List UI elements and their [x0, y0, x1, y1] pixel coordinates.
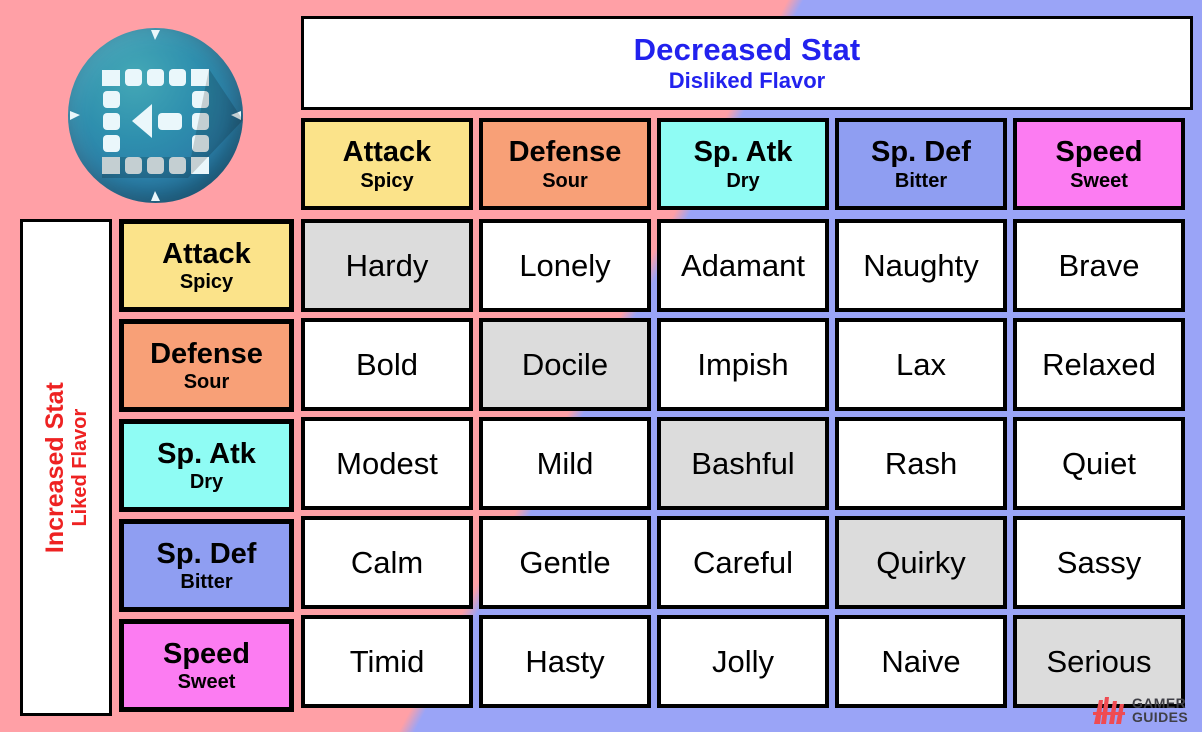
column-header-defense: Defense Sour [479, 118, 651, 210]
nature-cell: Naughty [835, 219, 1007, 312]
column-headers: Attack Spicy Defense Sour Sp. Atk Dry Sp. Def B… [301, 118, 1185, 210]
nature-cell: Mild [479, 417, 651, 510]
row-header-stat: Speed [162, 637, 251, 670]
column-header-flavor: Bitter [894, 169, 948, 192]
nature-cell: Brave [1013, 219, 1185, 312]
row-axis-line2: Liked Flavor [68, 408, 91, 527]
nature-cell: Gentle [479, 516, 651, 609]
row-header-flavor: Sour [183, 370, 230, 393]
nature-cell: Quiet [1013, 417, 1185, 510]
row-header-flavor: Sweet [177, 670, 236, 693]
nature-cell: Relaxed [1013, 318, 1185, 411]
nature-cell: Hardy [301, 219, 473, 312]
gamer-guides-mark-icon [1093, 697, 1125, 724]
nature-cell: Rash [835, 417, 1007, 510]
column-header-stat: Sp. Atk [693, 135, 793, 168]
column-header-speed: Speed Sweet [1013, 118, 1185, 210]
nature-cell: Sassy [1013, 516, 1185, 609]
decreased-stat-title-banner: Decreased Stat Disliked Flavor [301, 16, 1193, 110]
row-header-stat: Attack [162, 237, 251, 270]
watermark-line2: GUIDES [1132, 709, 1189, 725]
title-banner-line1: Decreased Stat [633, 31, 861, 67]
row-header-flavor: Dry [189, 470, 224, 493]
nature-cell: Hasty [479, 615, 651, 708]
row-header-attack: Attack Spicy [119, 219, 294, 312]
nature-cell: Adamant [657, 219, 829, 312]
nature-cell: Timid [301, 615, 473, 708]
nature-matrix-grid: Hardy Lonely Adamant Naughty Brave Bold Docile… [301, 219, 1185, 708]
row-headers: Attack Spicy Defense Sour Sp. Atk Dry Sp. Def B… [119, 219, 294, 712]
row-header-speed: Speed Sweet [119, 619, 294, 712]
increased-stat-axis-panel: Increased Stat Liked Flavor [20, 219, 112, 716]
row-header-flavor: Bitter [180, 570, 233, 593]
column-header-flavor: Sweet [1070, 169, 1128, 192]
row-header-flavor: Spicy [179, 270, 234, 293]
nature-cell: Lax [835, 318, 1007, 411]
nature-cell: Impish [657, 318, 829, 411]
gamer-guides-sphere-logo-icon [68, 28, 243, 203]
column-header-flavor: Sour [542, 169, 588, 192]
nature-cell: Quirky [835, 516, 1007, 609]
nature-cell: Bashful [657, 417, 829, 510]
nature-cell: Docile [479, 318, 651, 411]
column-header-flavor: Spicy [360, 169, 414, 192]
column-header-sp-def: Sp. Def Bitter [835, 118, 1007, 210]
nature-cell: Lonely [479, 219, 651, 312]
row-header-defense: Defense Sour [119, 319, 294, 412]
nature-cell: Jolly [657, 615, 829, 708]
column-header-stat: Speed [1055, 135, 1143, 168]
watermark-line1: GAMER [1132, 695, 1187, 711]
row-header-stat: Defense [150, 337, 263, 370]
nature-cell: Naive [835, 615, 1007, 708]
row-header-sp-def: Sp. Def Bitter [119, 519, 294, 612]
column-header-attack: Attack Spicy [301, 118, 473, 210]
row-axis-line1: Increased Stat [40, 382, 69, 553]
row-header-sp-atk: Sp. Atk Dry [119, 419, 294, 512]
row-header-stat: Sp. Def [156, 537, 257, 570]
row-header-stat: Sp. Atk [157, 437, 256, 470]
nature-cell: Careful [657, 516, 829, 609]
nature-cell: Calm [301, 516, 473, 609]
title-banner-line2: Disliked Flavor [668, 68, 826, 94]
column-header-flavor: Dry [726, 169, 760, 192]
column-header-stat: Sp. Def [871, 135, 971, 168]
gamer-guides-watermark: GAMER GUIDES [1093, 691, 1198, 729]
nature-cell: Bold [301, 318, 473, 411]
column-header-sp-atk: Sp. Atk Dry [657, 118, 829, 210]
column-header-stat: Attack [342, 135, 432, 168]
nature-cell: Modest [301, 417, 473, 510]
column-header-stat: Defense [508, 135, 622, 168]
